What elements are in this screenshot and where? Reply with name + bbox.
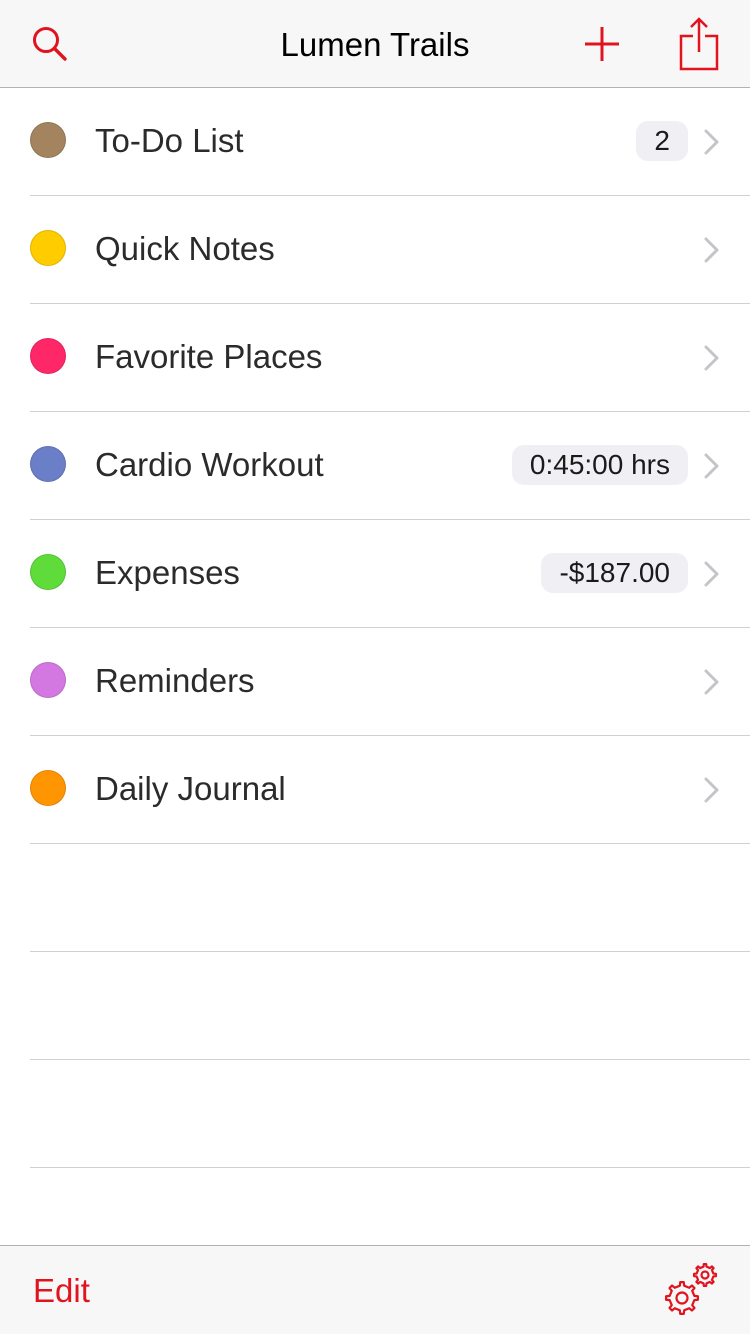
chevron-right-icon: [704, 453, 719, 479]
page-title: Lumen Trails: [280, 26, 470, 63]
chevron-right-icon: [704, 237, 719, 263]
share-icon: [679, 17, 719, 71]
add-button[interactable]: [570, 0, 634, 88]
color-dot: [30, 662, 66, 698]
value-badge: -$187.00: [541, 553, 688, 593]
bottom-toolbar: Edit: [0, 1245, 750, 1334]
edit-button[interactable]: Edit: [33, 1246, 90, 1334]
list-item-label: Reminders: [95, 662, 255, 699]
list-view: To-Do List 2 Quick Notes Favorite Places Car…: [0, 88, 750, 1245]
search-icon: [33, 27, 67, 61]
list-item-label: Favorite Places: [95, 338, 323, 375]
search-button[interactable]: [18, 0, 82, 88]
chevron-right-icon: [704, 669, 719, 695]
list-item[interactable]: To-Do List 2: [0, 88, 750, 196]
empty-row: [0, 1060, 750, 1168]
list-item[interactable]: Quick Notes: [0, 196, 750, 304]
color-dot: [30, 230, 66, 266]
list-item-label: Quick Notes: [95, 230, 275, 267]
color-dot: [30, 122, 66, 158]
color-dot: [30, 770, 66, 806]
list-item[interactable]: Expenses -$187.00: [0, 520, 750, 628]
empty-row: [0, 844, 750, 952]
list-item-label: Expenses: [95, 554, 240, 591]
list-item[interactable]: Reminders: [0, 628, 750, 736]
chevron-right-icon: [704, 561, 719, 587]
list-item[interactable]: Daily Journal: [0, 736, 750, 844]
empty-row: [0, 1168, 750, 1245]
share-button[interactable]: [666, 0, 732, 88]
chevron-right-icon: [704, 345, 719, 371]
empty-row: [0, 952, 750, 1060]
value-badge: 2: [636, 121, 688, 161]
app-screen: Lumen Trails To-Do List 2 Quick Notes Favor…: [0, 0, 750, 1334]
plus-icon: [585, 27, 619, 61]
list-item-label: To-Do List: [95, 122, 244, 159]
list-rows: To-Do List 2 Quick Notes Favorite Places Car…: [0, 88, 750, 844]
settings-button[interactable]: [662, 1260, 722, 1320]
navigation-bar: Lumen Trails: [0, 0, 750, 88]
list-item-label: Daily Journal: [95, 770, 286, 807]
color-dot: [30, 446, 66, 482]
gears-icon: [665, 1262, 718, 1315]
list-item-label: Cardio Workout: [95, 446, 324, 483]
color-dot: [30, 554, 66, 590]
chevron-right-icon: [704, 129, 719, 155]
color-dot: [30, 338, 66, 374]
value-badge: 0:45:00 hrs: [511, 445, 688, 485]
chevron-right-icon: [704, 777, 719, 803]
list-item[interactable]: Favorite Places: [0, 304, 750, 412]
list-item[interactable]: Cardio Workout 0:45:00 hrs: [0, 412, 750, 520]
